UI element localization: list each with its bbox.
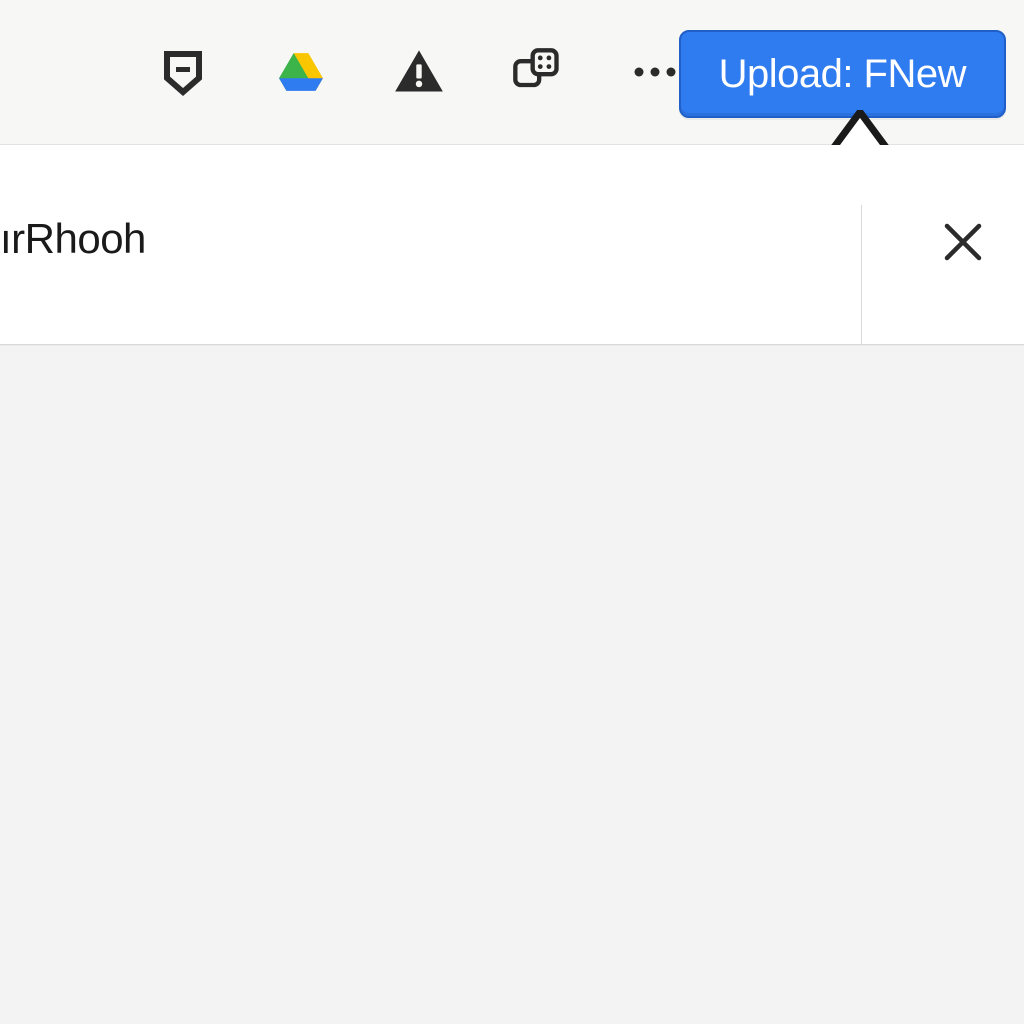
upload-new-button[interactable]: Upload: FNew	[679, 30, 1006, 118]
toolbar-icon-group	[155, 44, 683, 100]
info-panel: ırRhooh	[0, 145, 1024, 345]
toolbar: Upload: FNew	[0, 0, 1024, 145]
overflow-menu-icon[interactable]	[627, 44, 683, 100]
pocket-icon[interactable]	[155, 44, 211, 100]
panel-divider	[861, 205, 862, 344]
google-drive-icon[interactable]	[273, 44, 329, 100]
close-icon	[943, 222, 983, 262]
content-area	[0, 345, 1024, 1024]
close-button[interactable]	[936, 215, 990, 269]
warning-icon[interactable]	[391, 44, 447, 100]
panel-text: ırRhooh	[0, 215, 146, 263]
extensions-icon[interactable]	[509, 44, 565, 100]
